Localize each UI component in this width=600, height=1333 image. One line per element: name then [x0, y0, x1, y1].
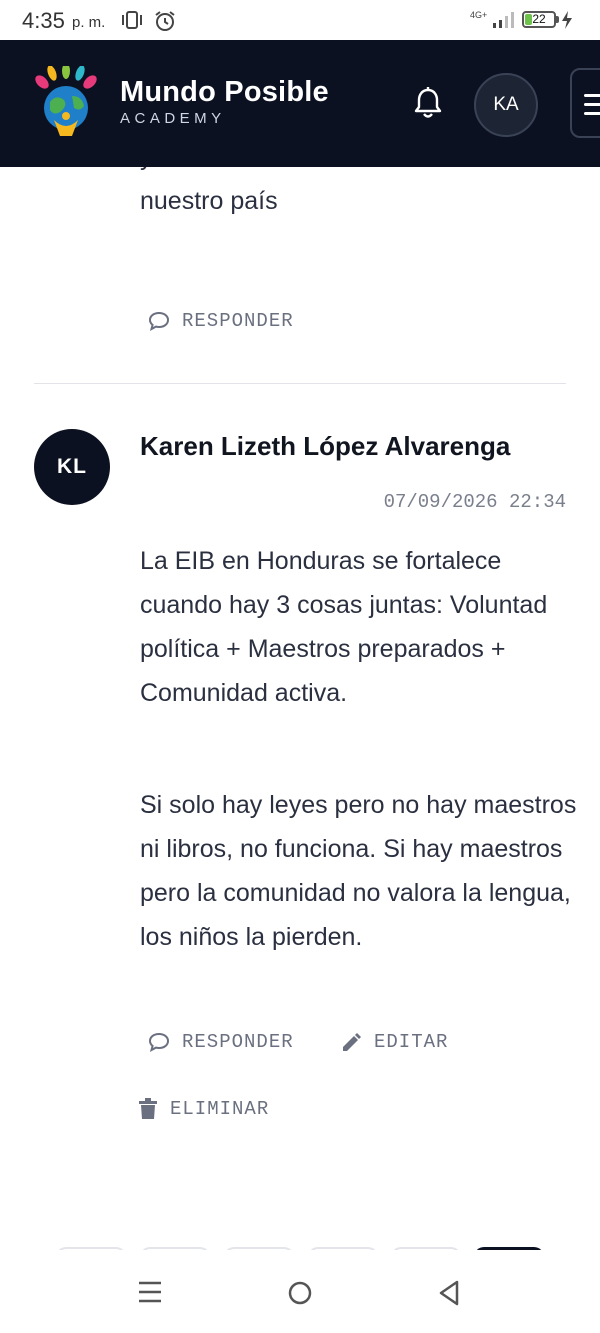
comment-icon [148, 311, 170, 331]
status-time: 4:35 [22, 8, 65, 33]
pencil-icon [343, 1033, 361, 1051]
back-icon[interactable] [438, 1280, 460, 1306]
previous-comment-body: y necesidad de la interculturalidad en n… [140, 167, 553, 215]
brand-title: Mundo Posible [120, 76, 329, 108]
trash-icon [139, 1098, 157, 1119]
alarm-icon [155, 11, 175, 31]
system-nav-bar [0, 1250, 600, 1333]
network-type-label: 4G+ [470, 10, 488, 20]
mundo-posible-logo[interactable] [32, 66, 100, 142]
comment-timestamp: 07/09/2026 22:34 [383, 491, 566, 513]
reply-button[interactable]: RESPONDER [148, 1031, 294, 1053]
recent-apps-icon[interactable] [138, 1280, 162, 1304]
edit-label: EDITAR [374, 1031, 449, 1053]
home-icon[interactable] [288, 1281, 312, 1305]
comment-divider [34, 383, 566, 384]
comment-paragraph: La EIB en Honduras se fortalece cuando h… [140, 547, 548, 707]
signal-icon [493, 12, 514, 28]
brand-subtitle: ACADEMY [120, 110, 226, 127]
status-bar: 4:35 p. m. 4G+ 22 [0, 0, 600, 40]
comment-author-name: Karen Lizeth López Alvarenga [140, 431, 511, 461]
status-ampm: p. m. [72, 14, 106, 31]
battery-level: 22 [532, 12, 546, 26]
comments-section: y necesidad de la interculturalidad en n… [0, 167, 600, 1250]
comment-author-avatar: KL [34, 429, 110, 505]
reply-label: RESPONDER [182, 310, 294, 332]
comment-paragraph: Si solo hay leyes pero no hay maestros n… [140, 791, 577, 951]
previous-reply-button[interactable]: RESPONDER [148, 310, 294, 332]
vibrate-icon [122, 11, 142, 29]
battery-icon: 22 [522, 11, 556, 28]
menu-button[interactable] [570, 68, 600, 138]
delete-button[interactable]: ELIMINAR [138, 1098, 269, 1120]
app-header: Mundo Posible ACADEMY KA [0, 40, 600, 167]
user-avatar-button[interactable]: KA [474, 73, 538, 137]
reply-label: RESPONDER [182, 1031, 294, 1053]
comment-icon [148, 1032, 170, 1052]
bell-icon[interactable] [412, 86, 444, 120]
edit-button[interactable]: EDITAR [340, 1031, 448, 1053]
charging-icon [562, 11, 572, 29]
delete-label: ELIMINAR [170, 1098, 270, 1120]
